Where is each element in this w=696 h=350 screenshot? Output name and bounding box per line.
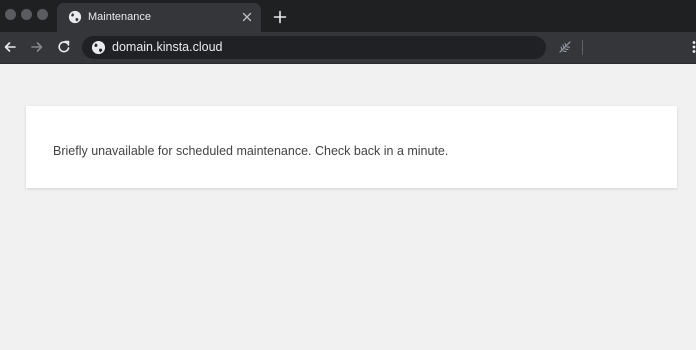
browser-toolbar: domain.kinsta.cloud bbox=[0, 32, 696, 64]
plus-icon[interactable] bbox=[272, 9, 288, 25]
reload-icon[interactable] bbox=[56, 39, 72, 55]
toolbar-divider bbox=[582, 40, 583, 55]
close-icon[interactable] bbox=[240, 10, 254, 24]
url-text[interactable]: domain.kinsta.cloud bbox=[112, 40, 222, 54]
kebab-menu-icon[interactable] bbox=[686, 39, 696, 55]
browser-window: Maintenance domain.kinsta.cloud Briefly … bbox=[0, 0, 696, 350]
maintenance-message: Briefly unavailable for scheduled mainte… bbox=[53, 144, 449, 158]
globe-icon bbox=[68, 10, 82, 24]
window-minimize-control[interactable] bbox=[21, 9, 32, 20]
window-zoom-control[interactable] bbox=[37, 9, 48, 20]
feather-icon[interactable] bbox=[557, 39, 573, 55]
tab-strip: Maintenance bbox=[0, 0, 696, 32]
page-content: Briefly unavailable for scheduled mainte… bbox=[0, 64, 696, 350]
tab-maintenance[interactable]: Maintenance bbox=[57, 3, 261, 32]
arrow-left-icon[interactable] bbox=[2, 39, 18, 55]
arrow-right-icon[interactable] bbox=[29, 39, 45, 55]
tab-title: Maintenance bbox=[88, 11, 151, 23]
window-close-control[interactable] bbox=[5, 9, 16, 20]
globe-icon bbox=[91, 40, 106, 55]
address-bar[interactable]: domain.kinsta.cloud bbox=[82, 36, 546, 59]
maintenance-card: Briefly unavailable for scheduled mainte… bbox=[26, 106, 677, 188]
